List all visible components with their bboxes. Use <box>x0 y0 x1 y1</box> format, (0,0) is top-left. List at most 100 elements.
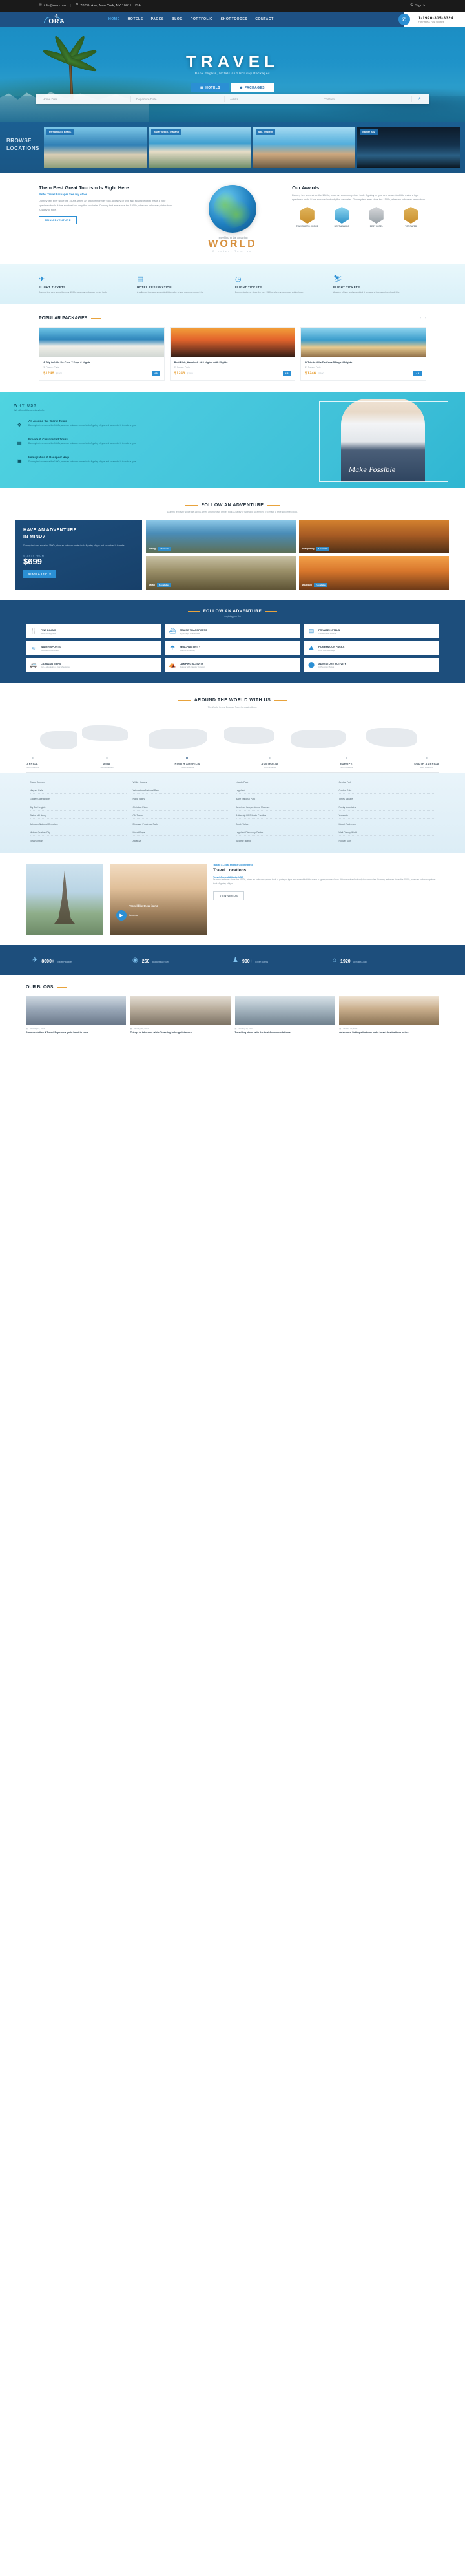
title-rule-right <box>267 505 281 506</box>
package-card[interactable]: Port Blair, Havelock At 8 Nights with Fl… <box>169 327 296 381</box>
destination-item[interactable]: Alcatraz Island <box>236 838 333 845</box>
location-cards: Pernambuco Beach, Railay Beach, Thailand… <box>44 127 460 168</box>
package-card[interactable]: A Trip to Villa De Casa 7 Days 6 Nights … <box>39 327 165 381</box>
blog-card[interactable]: ▤ January 18, 2024 Things to take care w… <box>130 996 231 1035</box>
destination-item[interactable]: Death Valley <box>236 822 333 828</box>
destination-item[interactable]: Golden Gate Bridge <box>30 796 127 803</box>
nav-item-contact[interactable]: CONTACT <box>255 17 273 21</box>
balloon-icon: ⬤ <box>307 661 315 668</box>
destination-item[interactable]: Lincoln Park <box>236 780 333 786</box>
why-us-section: WHY US? We offer all the services help. … <box>0 392 465 489</box>
continent-tab-south-america[interactable]: SOUTH AMERICA 1212 Locations <box>414 756 439 769</box>
nav-item-home[interactable]: HOME <box>108 17 120 21</box>
service-card[interactable]: ≈ WATER SPORTS All Adventure In Water <box>26 641 161 655</box>
destination-item[interactable]: Hoover Dam <box>338 838 435 845</box>
destination-item[interactable]: Napa Valley <box>132 796 229 803</box>
blog-card[interactable]: ▤ January 18, 2024 Adventure Settings th… <box>339 996 439 1035</box>
search-icon[interactable]: ⌕ <box>412 96 428 101</box>
adventure-cell-badge: 2 Available <box>313 583 327 588</box>
destination-item[interactable]: Yosemite <box>338 813 435 820</box>
chevron-right-icon[interactable]: › <box>425 317 426 321</box>
service-item: ✈ FLIGHT TICKETS Dummy text ever since t… <box>39 275 132 294</box>
nav-item-pages[interactable]: PAGES <box>151 17 164 21</box>
location-card[interactable]: Barrier Bay <box>357 127 460 168</box>
service-card[interactable]: ▤ PRIVATE HOTELS Trusted Hotel Rooms <box>304 624 439 639</box>
destination-item[interactable]: Grand Canyon <box>30 780 127 786</box>
search-children[interactable]: Children <box>318 96 412 102</box>
adventure-cell[interactable]: Safari 8 Available <box>146 556 296 590</box>
topbar-email-text: info@ora.com <box>43 4 66 8</box>
nav-item-portfolio[interactable]: PORTFOLIO <box>191 17 213 21</box>
destination-item[interactable]: Mount Rushmore <box>338 822 435 828</box>
service-card[interactable]: 🍴 FINE DINING Exotic Dining Area <box>26 624 161 639</box>
destination-item[interactable]: Big Sur Heights <box>30 805 127 811</box>
continent-tab-africa[interactable]: AFRICA 1456 Locations <box>26 756 39 769</box>
ship-icon: ⛴ <box>169 628 176 635</box>
service-card-title: HONEYMOON PACKS <box>318 644 345 648</box>
packages-arrows: ‹ › <box>420 317 426 321</box>
destination-item[interactable]: Yellowstone National Park <box>132 788 229 794</box>
tab-packages[interactable]: ◉ PACKAGES <box>230 83 274 92</box>
search-adults[interactable]: Adults <box>225 96 318 102</box>
adventure-cell[interactable]: Paragliding 3 Available <box>299 520 450 554</box>
travel-landing-page: ✉ info@ora.com | ⚲ 78 5th Ave, New York,… <box>0 0 465 1048</box>
destination-item[interactable]: Battleship USS North Carolina <box>236 813 333 820</box>
destination-item[interactable]: Arlington National Cemetery <box>30 822 127 828</box>
chevron-left-icon[interactable]: ‹ <box>420 317 421 321</box>
service-card[interactable]: ⛴ CRUISE TRANSPORTS Sky & Night Cruisesh… <box>165 624 300 639</box>
destination-item[interactable]: Central Park <box>338 780 435 786</box>
destination-item[interactable]: Legoland Discovery Center <box>236 830 333 836</box>
video-thumbnail[interactable]: ▶ Travel like there is no tomorrow <box>110 864 207 935</box>
destination-item[interactable]: Christian Place <box>132 805 229 811</box>
destination-item[interactable]: White Houses <box>132 780 229 786</box>
adventure-cell[interactable]: Hiking 5 Available <box>146 520 296 554</box>
why-us-item-text: Dummy text ever since the 1500s, when an… <box>28 460 137 463</box>
destination-item[interactable]: Tonantzintlan <box>30 838 127 845</box>
tab-hotels[interactable]: ▤ HOTELS <box>191 83 229 92</box>
destination-item[interactable]: Mount Royal <box>132 830 229 836</box>
destination-item[interactable]: CN Tower <box>132 813 229 820</box>
location-card[interactable]: Bali, Western <box>253 127 356 168</box>
destination-item[interactable]: Walt Disney World <box>338 830 435 836</box>
nav-item-hotels[interactable]: HOTELS <box>128 17 143 21</box>
package-card[interactable]: A Trip to Villa De Casa 5 Days 4 Nights … <box>300 327 427 381</box>
blog-card[interactable]: ▤ February 27, 2024 Documentation & Trav… <box>26 996 126 1035</box>
service-card[interactable]: ⛺ CAMPING ACTIVITY Outdoor with Friends … <box>165 658 300 672</box>
calendar-icon: ▤ <box>234 1027 237 1030</box>
join-adventure-button[interactable]: JOIN ADVENTURE <box>39 216 77 224</box>
destination-item[interactable]: Dinosaur Provincial Park <box>132 822 229 828</box>
destination-item[interactable]: Statue of Liberty <box>30 813 127 820</box>
service-card[interactable]: ⛰ HONEYMOON PACKS Love After Marriage <box>304 641 439 655</box>
destination-item[interactable]: Legoland <box>236 788 333 794</box>
location-card[interactable]: Pernambuco Beach, <box>44 127 147 168</box>
destination-item[interactable]: Niagara Falls <box>30 788 127 794</box>
site-logo[interactable]: ✈ ORA <box>39 14 75 25</box>
topbar-email[interactable]: ✉ info@ora.com <box>39 4 66 8</box>
start-trip-button[interactable]: START A TRIP ➜ <box>23 569 57 578</box>
view-videos-button[interactable]: VIEW VIDEOS <box>213 891 245 900</box>
nav-item-blog[interactable]: BLOG <box>172 17 183 21</box>
destination-item[interactable]: Banff National Park <box>236 796 333 803</box>
popular-packages-section: POPULAR PACKAGES ‹ › A Trip to Villa De … <box>0 304 465 392</box>
awards-column: Our Awards Dummy text ever since the 150… <box>292 185 426 253</box>
service-card[interactable]: ⬤ ADVENTURE ACTIVITY In Premium Places <box>304 658 439 672</box>
service-card[interactable]: 🚐 CARAVAN TRIPS Car & Mountains & Tour M… <box>26 658 161 672</box>
signin-link[interactable]: ⏻ Sign In <box>411 4 426 8</box>
destination-item[interactable]: Historic Quebec City <box>30 830 127 836</box>
blog-card[interactable]: ▤ January 18, 2024 Travelling alone with… <box>234 996 335 1035</box>
header-phone-box[interactable]: ✆ 1-1920-305-3324 For Free & Fast Quotes <box>398 12 465 27</box>
adventure-cell[interactable]: Mountain 2 Available <box>299 556 450 590</box>
nav-item-shortcodes[interactable]: SHORTCODES <box>221 17 248 21</box>
search-home-date[interactable]: Home Date <box>37 96 131 102</box>
destination-item[interactable]: American Independence Museum <box>236 805 333 811</box>
location-card[interactable]: Railay Beach, Thailand <box>148 127 251 168</box>
service-card[interactable]: ☂ BEACH ACTIVITY Beach Fun Activity <box>165 641 300 655</box>
destination-item[interactable]: Alcatraz <box>132 838 229 845</box>
mountain-icon: ⛰ <box>309 644 314 652</box>
search-departure-date[interactable]: Departure Date <box>131 96 225 102</box>
package-price: $1246 <box>43 372 54 376</box>
destination-item[interactable]: Times Square <box>338 796 435 803</box>
destination-item[interactable]: Rocky Mountains <box>338 805 435 811</box>
destination-item[interactable]: Golden Gate <box>338 788 435 794</box>
package-rating: 4.5 <box>413 371 422 377</box>
